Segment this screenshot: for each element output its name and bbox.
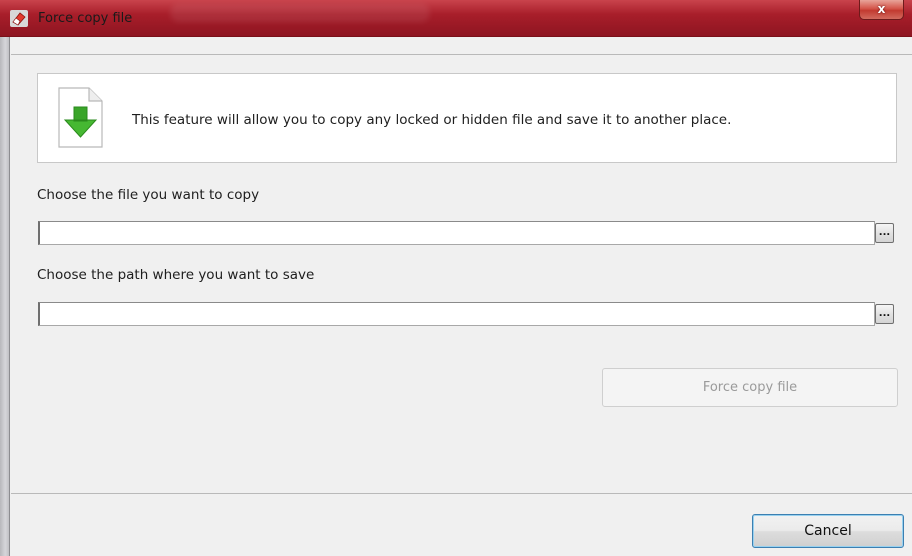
- cancel-button[interactable]: Cancel: [752, 514, 904, 548]
- close-icon: x: [877, 2, 886, 16]
- title-bar-glow: [170, 4, 430, 22]
- window-frame-left: [0, 37, 10, 556]
- content-panel: This feature will allow you to copy any …: [11, 54, 912, 494]
- info-text: This feature will allow you to copy any …: [132, 112, 732, 128]
- eraser-icon: [10, 10, 28, 27]
- info-box: This feature will allow you to copy any …: [37, 73, 897, 163]
- window-title: Force copy file: [38, 11, 133, 26]
- close-button[interactable]: x: [859, 0, 904, 20]
- destination-path-label: Choose the path where you want to save: [37, 267, 315, 283]
- file-download-icon: [58, 87, 103, 148]
- force-copy-dialog: Force copy file x This feature will allo…: [0, 0, 912, 556]
- source-file-input[interactable]: [38, 221, 875, 245]
- title-bar: Force copy file x: [0, 0, 912, 37]
- browse-source-button[interactable]: ...: [875, 223, 894, 243]
- source-file-label: Choose the file you want to copy: [37, 187, 260, 203]
- destination-path-input[interactable]: [38, 302, 875, 326]
- force-copy-button[interactable]: Force copy file: [602, 368, 898, 407]
- browse-destination-button[interactable]: ...: [875, 304, 894, 324]
